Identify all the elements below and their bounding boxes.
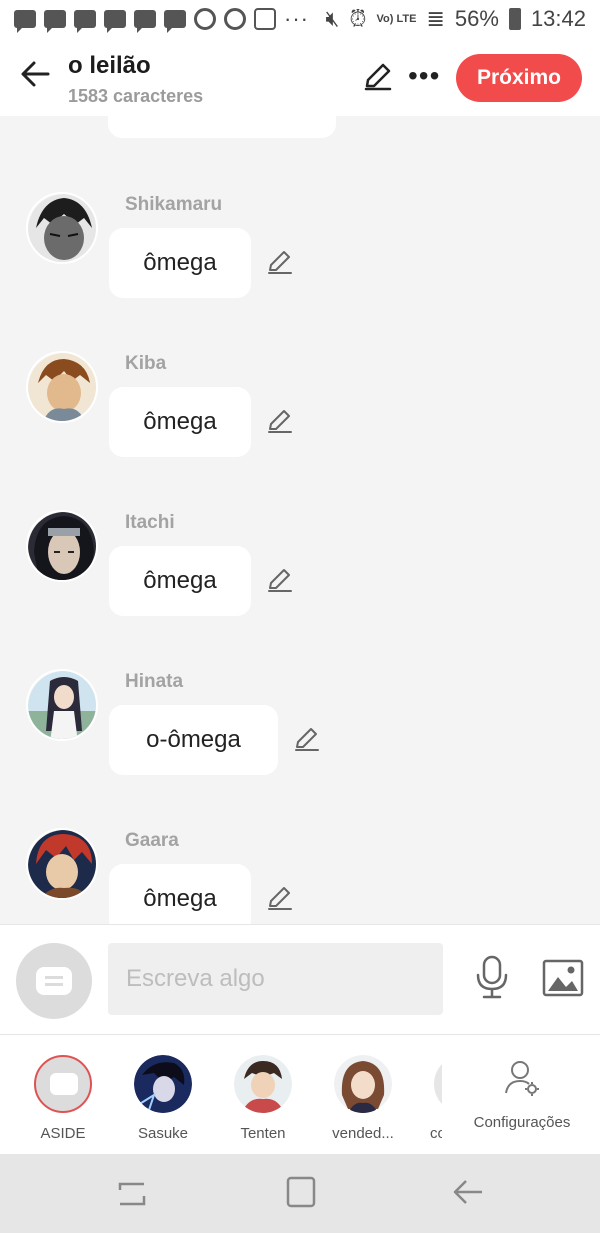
message-text: o-ômega: [146, 726, 241, 753]
volte-icon: Vo) LTE: [376, 12, 417, 25]
chat-bubble-icon: [36, 967, 72, 995]
persona-bar: ASIDE Sasuke Tenten vended... co Configu…: [0, 1034, 600, 1154]
message-bubble-partial: [108, 116, 336, 138]
settings-button[interactable]: Configurações: [466, 1057, 578, 1131]
notification-icons: ···: [14, 6, 309, 33]
page-title: o leilão: [68, 52, 151, 79]
battery-icon: [508, 8, 521, 30]
user-settings-icon: [505, 1061, 539, 1096]
chat-type-button[interactable]: [16, 943, 92, 1019]
header: o leilão 1583 caracteres ••• Próximo: [0, 40, 600, 116]
app-root: ··· 🔇︎ ⏰︎ Vo) LTE ≣ 56% 13:42 o leilão 1…: [0, 0, 600, 1233]
persona-label: ASIDE: [40, 1125, 86, 1142]
persona-label: Sasuke: [137, 1125, 189, 1142]
message-bubble[interactable]: ômega: [109, 228, 251, 298]
message-text: ômega: [143, 885, 217, 912]
avatar[interactable]: [26, 828, 98, 900]
sender-name: Shikamaru: [125, 194, 223, 215]
sender-name: Itachi: [125, 512, 175, 533]
battery-percent: 56%: [454, 6, 499, 31]
message-bubble[interactable]: ômega: [109, 864, 251, 924]
clock: 13:42: [530, 6, 586, 31]
microphone-icon[interactable]: [474, 955, 510, 999]
message-text: ômega: [143, 408, 217, 435]
avatar: [134, 1055, 192, 1113]
avatar: [434, 1055, 442, 1113]
edit-message-icon[interactable]: [266, 566, 294, 594]
persona-label: vended...: [332, 1125, 394, 1142]
chat-bubble-icon: [50, 1073, 78, 1095]
persona-label: Tenten: [240, 1125, 286, 1142]
sender-name: Hinata: [125, 671, 184, 692]
character-count: 1583 caracteres: [68, 86, 204, 106]
sender-name: Kiba: [125, 353, 167, 374]
back-arrow-icon[interactable]: [18, 56, 54, 92]
alarm-icon: ⏰︎: [349, 6, 367, 31]
message-notification-icon: [104, 10, 126, 33]
message-item: Kiba ômega: [0, 351, 600, 491]
edit-message-icon[interactable]: [293, 725, 321, 753]
message-item: Shikamaru ômega: [0, 192, 600, 332]
persona-partial[interactable]: co: [412, 1055, 442, 1142]
avatar: [334, 1055, 392, 1113]
message-notification-icon: [164, 10, 186, 33]
more-options-icon[interactable]: •••: [408, 62, 440, 90]
persona-vendedor[interactable]: vended...: [318, 1055, 408, 1142]
aside-avatar: [34, 1055, 92, 1113]
message-bubble[interactable]: ômega: [109, 546, 251, 616]
persona-aside[interactable]: ASIDE: [18, 1055, 108, 1142]
next-button[interactable]: Próximo: [456, 54, 582, 102]
message-item: Itachi ômega: [0, 510, 600, 650]
avatar: [234, 1055, 292, 1113]
edit-pencil-icon[interactable]: [362, 60, 394, 92]
persona-tenten[interactable]: Tenten: [218, 1055, 308, 1142]
mute-icon: 🔇︎: [325, 6, 340, 31]
image-icon[interactable]: [542, 959, 584, 997]
avatar[interactable]: [26, 351, 98, 423]
chat-area[interactable]: Shikamaru ômega Kiba ômega Itachi ômega …: [0, 116, 600, 924]
system-icons: 🔇︎ ⏰︎ Vo) LTE ≣ 56% 13:42: [325, 6, 586, 32]
message-notification-icon: [134, 10, 156, 33]
edit-message-icon[interactable]: [266, 884, 294, 912]
message-text: ômega: [143, 567, 217, 594]
pinterest-icon: [224, 8, 246, 30]
message-text: ômega: [143, 249, 217, 276]
sender-name: Gaara: [125, 830, 179, 851]
message-notification-icon: [14, 10, 36, 33]
message-item: Hinata o-ômega: [0, 669, 600, 809]
message-notification-icon: [74, 10, 96, 33]
message-bubble[interactable]: o-ômega: [109, 705, 278, 775]
avatar[interactable]: [26, 510, 98, 582]
system-nav-bar: [0, 1154, 600, 1233]
whatsapp-icon: [194, 8, 216, 30]
message-notification-icon: [44, 10, 66, 33]
avatar[interactable]: [26, 669, 98, 741]
more-notifications-icon: ···: [284, 6, 309, 31]
message-input[interactable]: Escreva algo: [108, 943, 443, 1015]
avatar[interactable]: [26, 192, 98, 264]
edit-message-icon[interactable]: [266, 248, 294, 276]
message-item: Gaara ômega: [0, 828, 600, 924]
image-notification-icon: [254, 8, 276, 30]
status-bar: ··· 🔇︎ ⏰︎ Vo) LTE ≣ 56% 13:42: [0, 0, 600, 40]
wifi-signal-icon: ≣: [426, 6, 445, 31]
back-icon[interactable]: [452, 1176, 484, 1208]
recent-apps-icon[interactable]: [116, 1176, 148, 1210]
edit-message-icon[interactable]: [266, 407, 294, 435]
composer: Escreva algo: [0, 924, 600, 1034]
settings-label: Configurações: [473, 1114, 571, 1131]
home-icon[interactable]: [286, 1176, 316, 1208]
persona-sasuke[interactable]: Sasuke: [118, 1055, 208, 1142]
message-bubble[interactable]: ômega: [109, 387, 251, 457]
persona-label: co: [430, 1125, 442, 1142]
